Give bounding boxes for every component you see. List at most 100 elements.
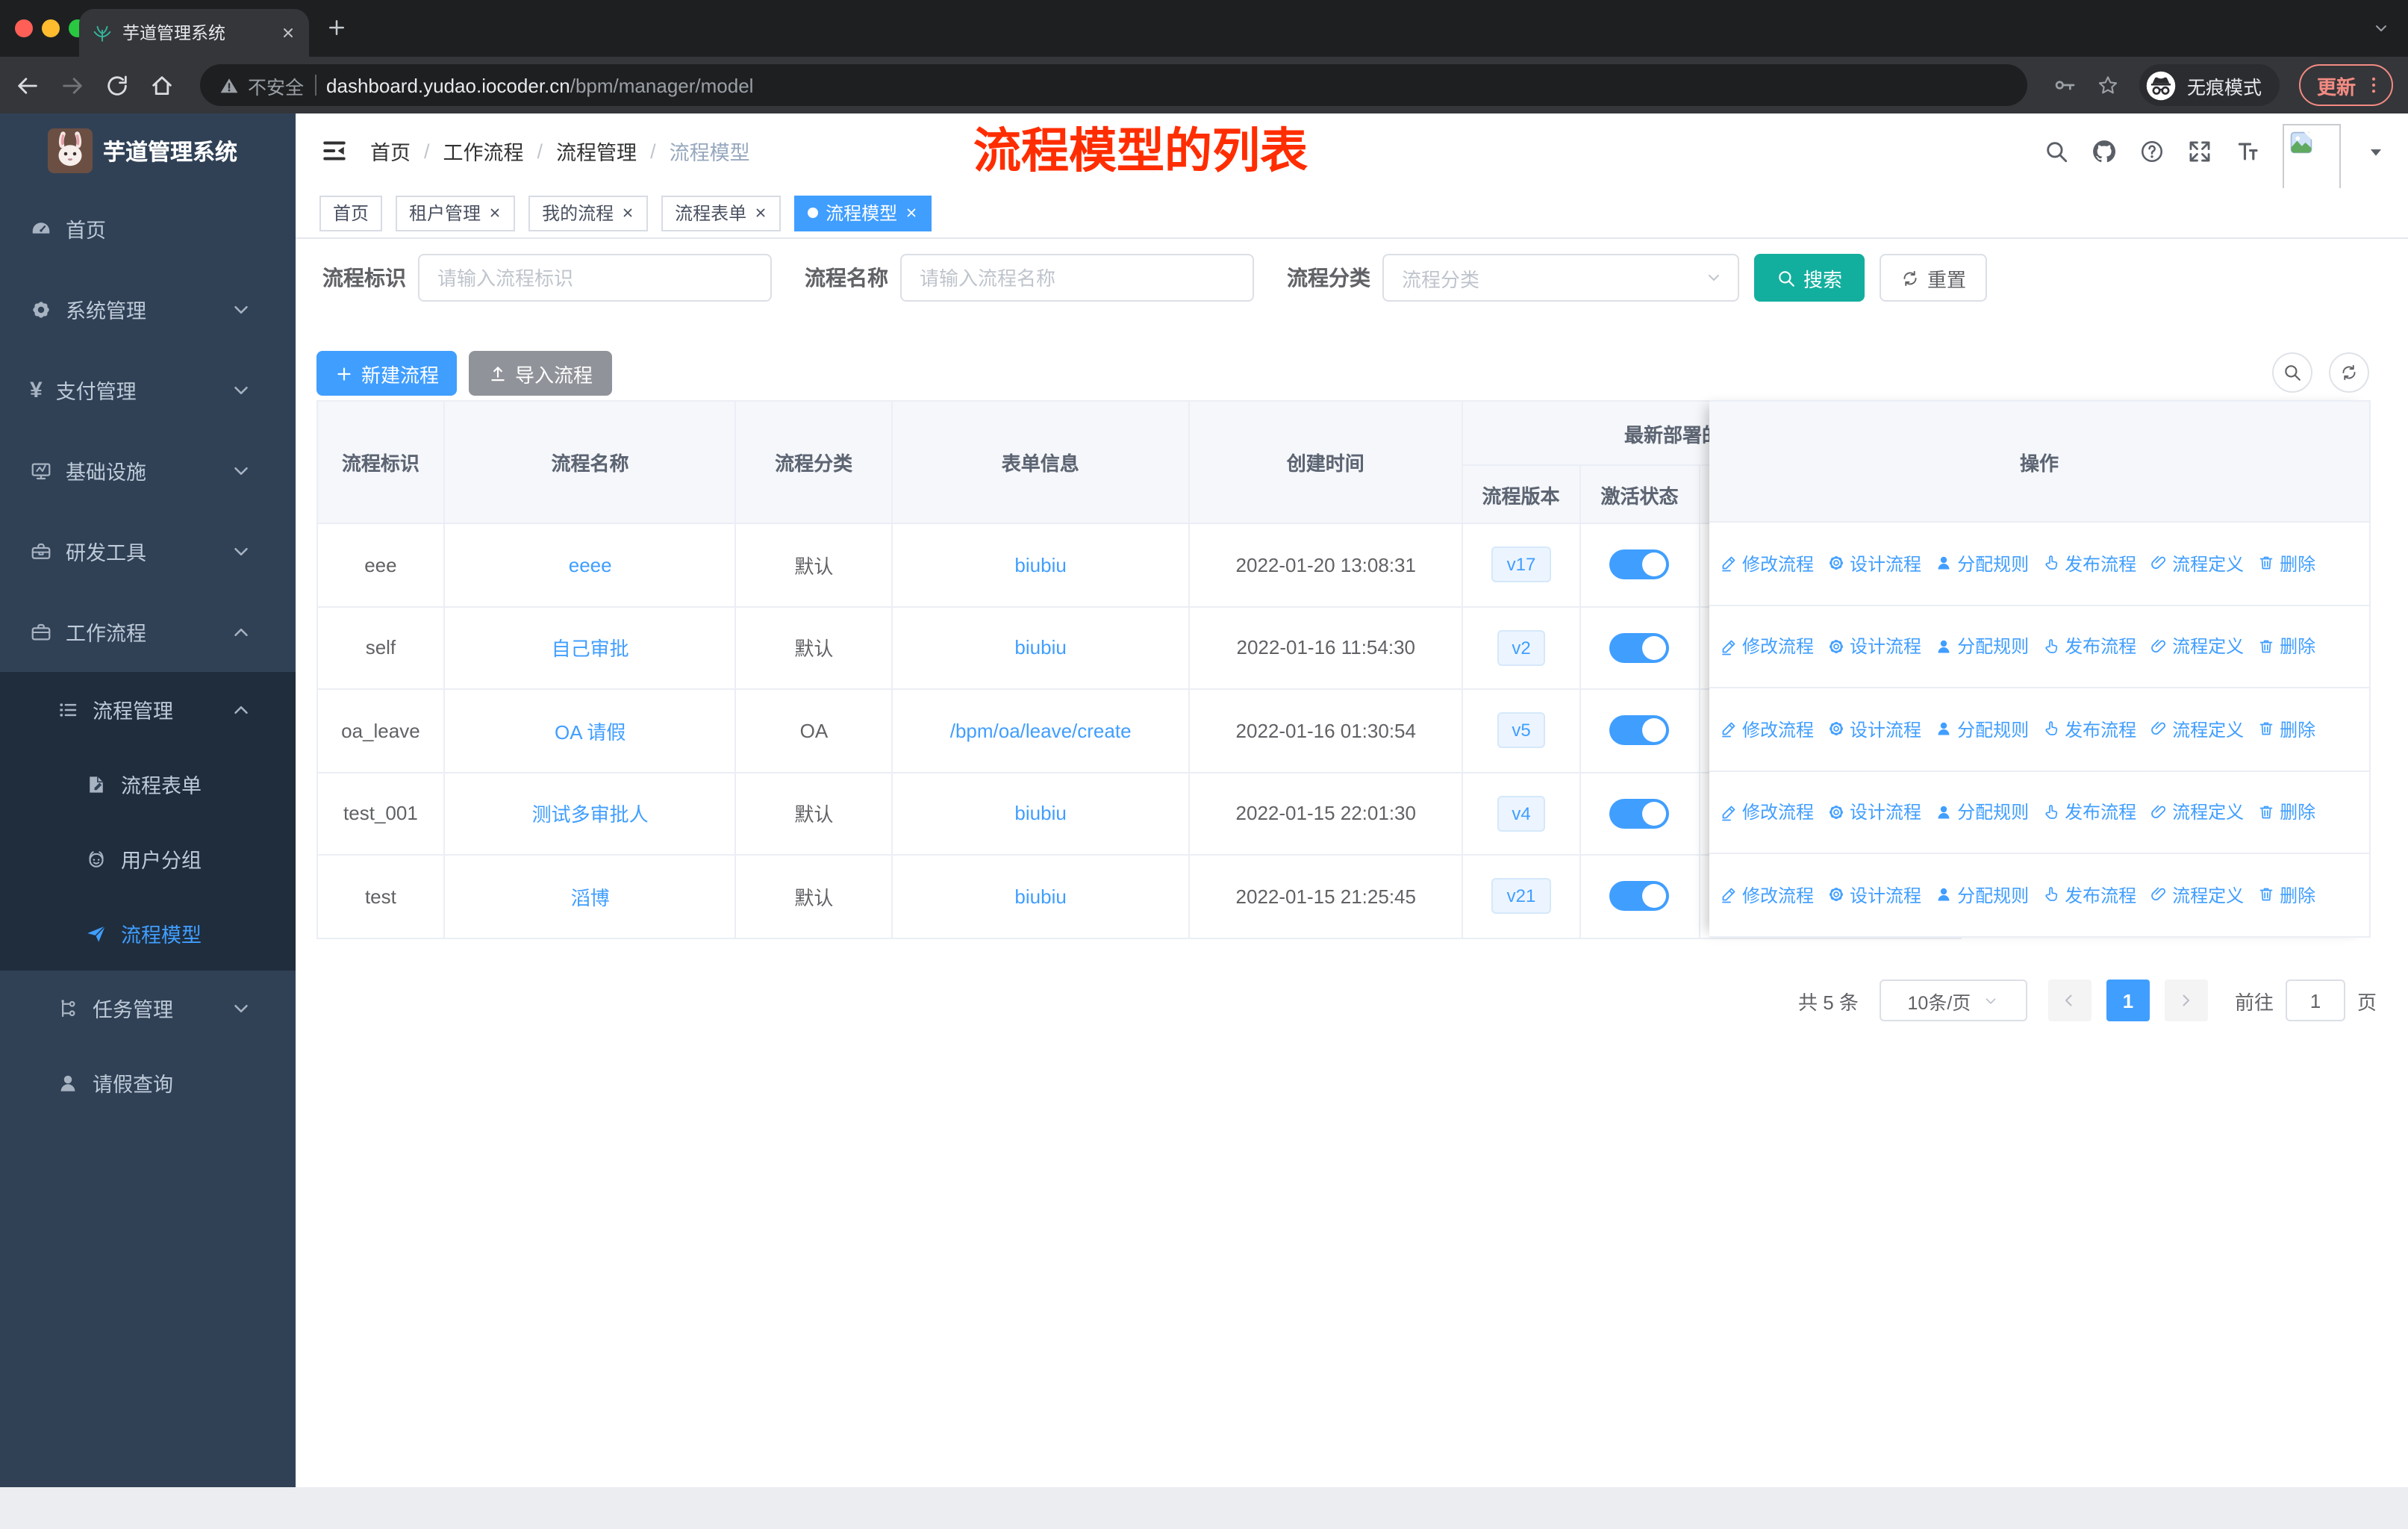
search-icon[interactable]: [2044, 138, 2069, 164]
design-button[interactable]: 设计流程: [1827, 717, 1921, 742]
page-1-button[interactable]: 1: [2106, 980, 2150, 1021]
breadcrumb-item[interactable]: 工作流程: [443, 136, 524, 166]
sidebar-item-process-model[interactable]: 流程模型: [0, 896, 296, 971]
design-button[interactable]: 设计流程: [1827, 551, 1921, 576]
form-info-link[interactable]: biubiu: [1014, 885, 1066, 908]
assign-rule-button[interactable]: 分配规则: [1935, 882, 2029, 908]
github-icon[interactable]: [2092, 138, 2117, 164]
definition-button[interactable]: 流程定义: [2150, 800, 2244, 825]
publish-button[interactable]: 发布流程: [2042, 634, 2136, 659]
assign-rule-button[interactable]: 分配规则: [1935, 717, 2029, 742]
breadcrumb-item[interactable]: 流程管理: [556, 136, 637, 166]
tab-search-icon[interactable]: [2372, 19, 2390, 37]
fullscreen-icon[interactable]: [2187, 138, 2212, 164]
user-avatar[interactable]: [2283, 124, 2341, 190]
active-toggle[interactable]: [1609, 881, 1670, 912]
sidebar-item-infra[interactable]: 基础设施: [0, 430, 296, 511]
form-info-link[interactable]: /bpm/oa/leave/create: [950, 720, 1132, 742]
modify-button[interactable]: 修改流程: [1720, 551, 1814, 576]
delete-button[interactable]: 删除: [2257, 717, 2315, 742]
form-info-link[interactable]: biubiu: [1014, 554, 1066, 576]
process-name-link[interactable]: 滔博: [571, 882, 610, 911]
process-name-link[interactable]: OA 请假: [555, 717, 626, 745]
definition-button[interactable]: 流程定义: [2150, 551, 2244, 576]
tag-流程模型[interactable]: 流程模型: [794, 195, 932, 231]
reload-button[interactable]: [105, 72, 130, 98]
modify-button[interactable]: 修改流程: [1720, 800, 1814, 825]
goto-page-input[interactable]: [2285, 980, 2345, 1021]
browser-tab[interactable]: 芋道管理系统: [79, 9, 309, 57]
prev-page-button[interactable]: [2047, 980, 2092, 1021]
help-icon[interactable]: [2139, 138, 2165, 164]
modify-button[interactable]: 修改流程: [1720, 717, 1814, 742]
tag-close-icon[interactable]: [488, 206, 502, 219]
delete-button[interactable]: 删除: [2257, 800, 2315, 825]
tag-close-icon[interactable]: [621, 206, 634, 219]
sidebar-item-payment[interactable]: ¥ 支付管理: [0, 349, 296, 430]
sidebar-item-process-form[interactable]: 流程表单: [0, 747, 296, 821]
publish-button[interactable]: 发布流程: [2042, 800, 2136, 825]
security-badge[interactable]: 不安全: [219, 71, 304, 99]
sidebar-item-leave-query[interactable]: 请假查询: [0, 1045, 296, 1120]
reset-button[interactable]: 重置: [1880, 254, 1987, 302]
definition-button[interactable]: 流程定义: [2150, 882, 2244, 908]
sidebar-item-devtools[interactable]: 研发工具: [0, 511, 296, 591]
url-bar[interactable]: 不安全 dashboard.yudao.iocoder.cn/bpm/manag…: [200, 64, 2027, 106]
delete-button[interactable]: 删除: [2257, 882, 2315, 908]
forward-button[interactable]: [60, 72, 85, 98]
process-name-link[interactable]: 自己审批: [552, 634, 629, 662]
password-manager-icon[interactable]: [2053, 73, 2077, 97]
process-category-select[interactable]: 流程分类: [1382, 254, 1739, 302]
bookmark-star-icon[interactable]: [2096, 73, 2120, 97]
publish-button[interactable]: 发布流程: [2042, 551, 2136, 576]
process-name-link[interactable]: eeee: [569, 554, 612, 576]
assign-rule-button[interactable]: 分配规则: [1935, 551, 2029, 576]
update-browser-button[interactable]: 更新: [2298, 64, 2393, 106]
tab-close-icon[interactable]: [281, 25, 296, 40]
modify-button[interactable]: 修改流程: [1720, 634, 1814, 659]
sidebar-item-workflow[interactable]: 工作流程: [0, 591, 296, 672]
font-size-icon[interactable]: [2235, 138, 2260, 164]
close-window-button[interactable]: [15, 19, 33, 37]
create-process-button[interactable]: 新建流程: [316, 351, 457, 396]
form-info-link[interactable]: biubiu: [1014, 803, 1066, 825]
delete-button[interactable]: 删除: [2257, 551, 2315, 576]
design-button[interactable]: 设计流程: [1827, 634, 1921, 659]
search-button[interactable]: 搜索: [1754, 254, 1865, 302]
page-size-select[interactable]: 10条/页: [1879, 980, 2027, 1021]
tag-close-icon[interactable]: [905, 206, 918, 219]
publish-button[interactable]: 发布流程: [2042, 717, 2136, 742]
process-name-link[interactable]: 测试多审批人: [532, 800, 649, 828]
sidebar-item-task-mgmt[interactable]: 任务管理: [0, 971, 296, 1045]
toggle-search-button[interactable]: [2272, 352, 2312, 393]
design-button[interactable]: 设计流程: [1827, 800, 1921, 825]
minimize-window-button[interactable]: [42, 19, 60, 37]
delete-button[interactable]: 删除: [2257, 634, 2315, 659]
breadcrumb-item[interactable]: 首页: [370, 136, 411, 166]
active-toggle[interactable]: [1609, 549, 1670, 580]
sidebar-logo[interactable]: 芋道管理系统: [0, 113, 296, 188]
process-id-input[interactable]: [418, 254, 772, 302]
home-button[interactable]: [149, 72, 175, 98]
collapse-sidebar-icon[interactable]: [321, 137, 348, 164]
definition-button[interactable]: 流程定义: [2150, 634, 2244, 659]
browser-menu-icon[interactable]: [2363, 75, 2384, 96]
sidebar-item-system[interactable]: 系统管理: [0, 269, 296, 349]
avatar-caret-icon[interactable]: [2363, 138, 2389, 164]
back-button[interactable]: [15, 72, 40, 98]
tag-首页[interactable]: 首页: [319, 195, 383, 231]
sidebar-item-user-group[interactable]: 用户分组: [0, 821, 296, 896]
tag-close-icon[interactable]: [754, 206, 767, 219]
modify-button[interactable]: 修改流程: [1720, 882, 1814, 908]
publish-button[interactable]: 发布流程: [2042, 882, 2136, 908]
active-toggle[interactable]: [1609, 632, 1670, 663]
process-name-input[interactable]: [900, 254, 1254, 302]
sidebar-item-process-mgmt[interactable]: 流程管理: [0, 672, 296, 747]
assign-rule-button[interactable]: 分配规则: [1935, 800, 2029, 825]
tag-流程表单[interactable]: 流程表单: [661, 195, 782, 231]
active-toggle[interactable]: [1609, 798, 1670, 829]
definition-button[interactable]: 流程定义: [2150, 717, 2244, 742]
assign-rule-button[interactable]: 分配规则: [1935, 634, 2029, 659]
new-tab-button[interactable]: [325, 16, 348, 39]
form-info-link[interactable]: biubiu: [1014, 637, 1066, 659]
